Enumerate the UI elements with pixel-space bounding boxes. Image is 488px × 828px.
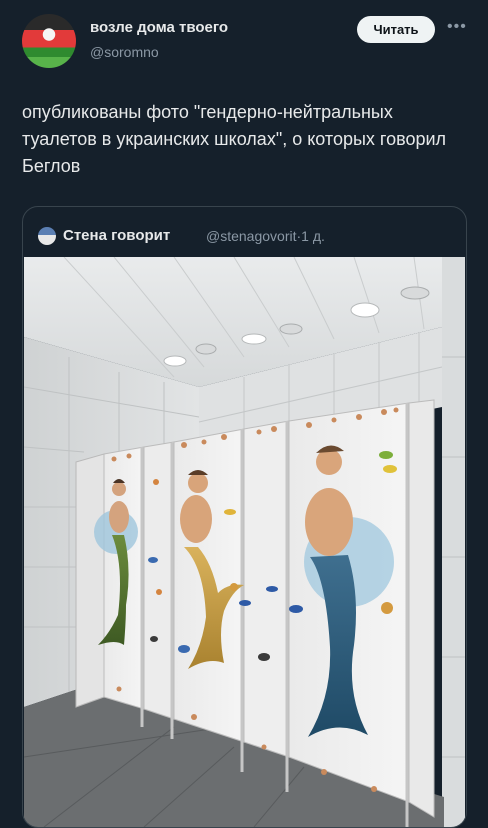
quoted-photo[interactable]	[24, 257, 465, 827]
tweet-header: возле дома твоего @soromno Читать •••	[0, 0, 488, 80]
quoted-header: Стена говорит @stenagovorit·1 д.	[38, 225, 458, 245]
quoted-time: 1 д.	[301, 228, 325, 244]
author-handle[interactable]: @soromno	[90, 44, 159, 60]
more-dots-icon[interactable]: •••	[447, 18, 467, 36]
follow-button[interactable]: Читать	[357, 16, 435, 43]
quoted-author-name: Стена говорит	[63, 227, 171, 244]
quoted-tweet[interactable]: Стена говорит @stenagovorit·1 д.	[22, 206, 467, 828]
author-name[interactable]: возле дома твоего	[90, 19, 228, 36]
quoted-avatar	[38, 227, 56, 245]
quoted-meta: @stenagovorit·1 д.	[206, 228, 325, 244]
quoted-handle: @stenagovorit	[206, 228, 297, 244]
avatar[interactable]	[22, 14, 76, 68]
post-text: опубликованы фото "гендерно-нейтральных …	[22, 102, 447, 176]
